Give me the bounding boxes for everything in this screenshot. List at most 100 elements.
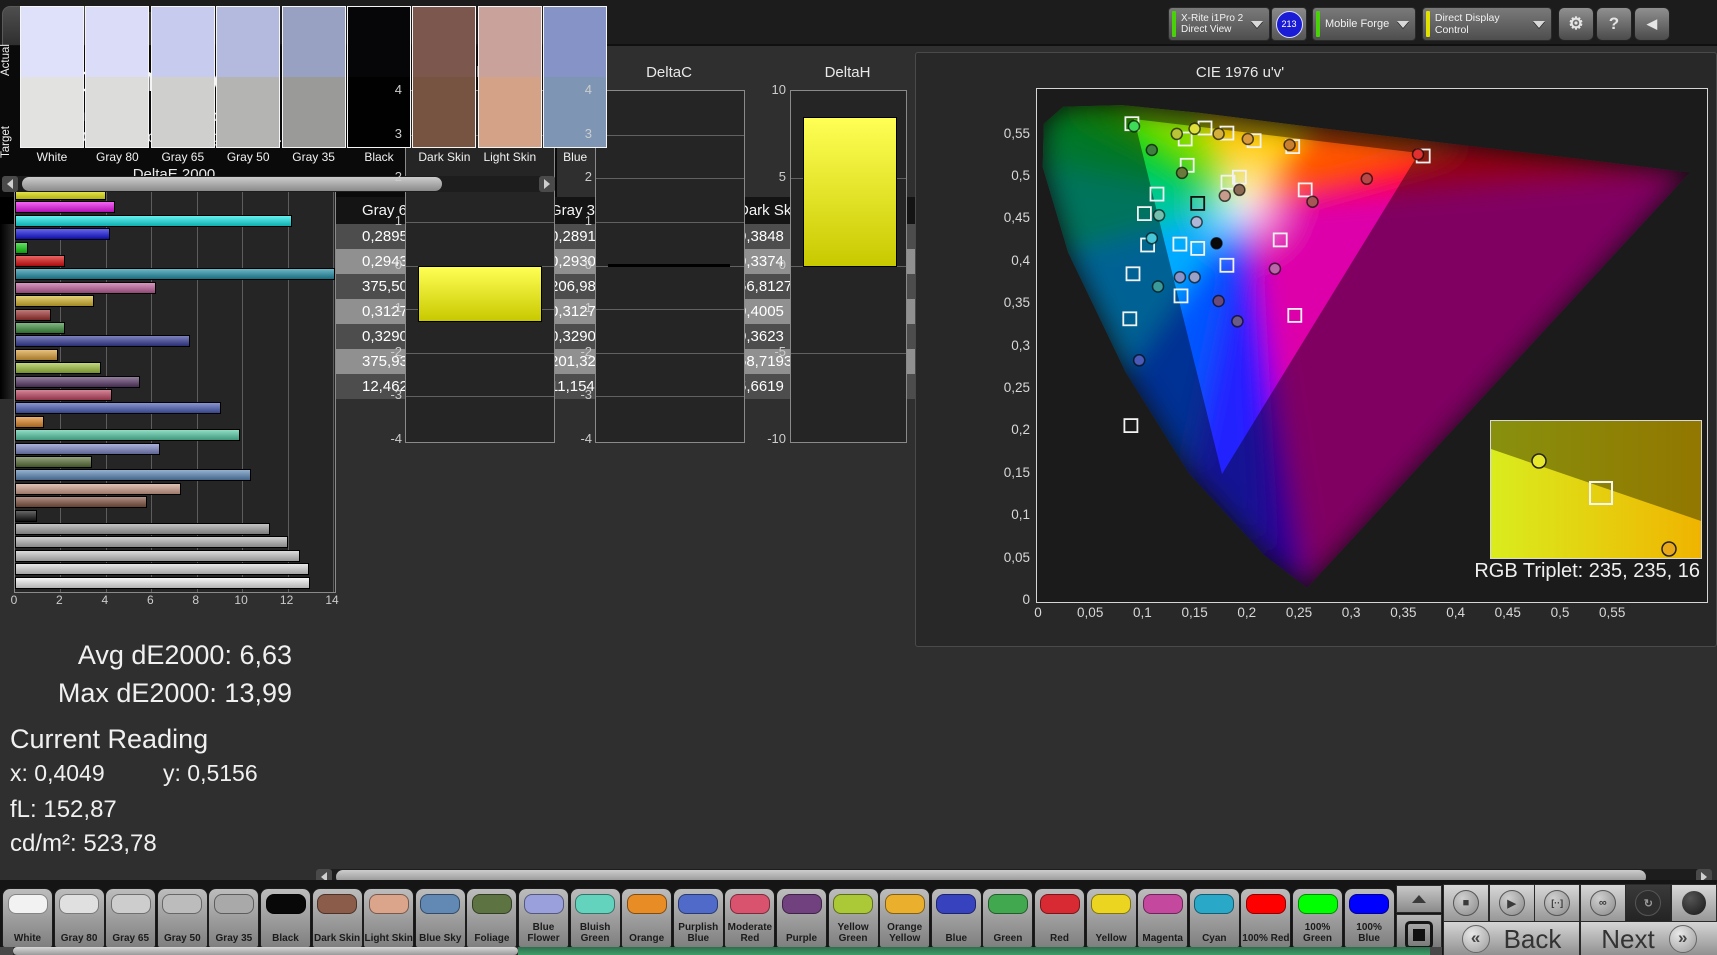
next-label: Next (1601, 923, 1655, 954)
patch-button-blue-flower[interactable]: Blue Flower (518, 888, 569, 948)
meter-count-button[interactable]: 213 (1271, 7, 1307, 41)
avg-de2000: Avg dE2000: 6,63 (77, 640, 292, 670)
bar-100-red (15, 255, 65, 267)
settings-button[interactable]: ⚙ (1558, 7, 1594, 41)
bar-bluish-green (15, 429, 240, 442)
patch-label: Yellow Green (837, 922, 869, 944)
patch-color-chip (936, 894, 977, 914)
patch-button-light-skin[interactable]: Light Skin (363, 888, 415, 948)
cie-measured-point (1132, 354, 1146, 367)
patch-button-dark-skin[interactable]: Dark Skin (311, 888, 363, 948)
swatch-white[interactable] (20, 6, 84, 148)
bar-blue-sky (15, 469, 251, 482)
swatch-blue[interactable] (543, 6, 608, 148)
patch-color-chip (1297, 894, 1338, 914)
back-button[interactable]: « Back (1443, 921, 1580, 955)
patch-label: Gray 35 (215, 932, 253, 944)
patch-button-foliage[interactable]: Foliage (466, 888, 518, 948)
swatch-gray-65[interactable] (150, 6, 215, 148)
chevron-left-icon: ◀ (1647, 16, 1657, 31)
patch-button-gray-65[interactable]: Gray 65 (105, 888, 157, 948)
patch-button-100-blue[interactable]: 100% Blue (1343, 888, 1395, 948)
chevron-down-icon (1397, 20, 1409, 28)
patch-button-orange-yellow[interactable]: Orange Yellow (879, 888, 931, 948)
y-tick-label: 2 (394, 169, 402, 185)
collapse-button[interactable]: ◀ (1634, 7, 1670, 41)
swatch-dark-skin[interactable] (412, 6, 477, 148)
patch-color-chip (368, 894, 409, 914)
patch-button-100-red[interactable]: 100% Red (1240, 888, 1292, 948)
patch-button-white[interactable]: White (2, 888, 53, 948)
y-tick-label: 5 (778, 169, 786, 185)
patch-button-yellow[interactable]: Yellow (1085, 888, 1137, 948)
y-tick-label: 4 (394, 82, 402, 97)
patch-button-orange[interactable]: Orange (621, 888, 673, 948)
scroll-right-icon[interactable] (1430, 947, 1442, 955)
patch-button-gray-80[interactable]: Gray 80 (53, 888, 105, 948)
x-tick-label: 0 (10, 593, 18, 607)
bar-foliage (15, 456, 92, 468)
swatch-actual (478, 7, 541, 77)
patch-button-red[interactable]: Red (1034, 888, 1085, 948)
patch-strip-scrollbar[interactable] (0, 947, 1442, 955)
strip-scrollbar[interactable] (2, 176, 555, 192)
patch-button-100-green[interactable]: 100% Green (1292, 888, 1343, 948)
play-button[interactable]: ▶ (1488, 884, 1535, 922)
swatch-light-skin[interactable] (477, 6, 542, 148)
stop-button[interactable]: ■ (1443, 884, 1489, 922)
swatch-gray-35[interactable] (281, 6, 346, 148)
patch-button-moderate-red[interactable]: Moderate Red (724, 888, 776, 948)
patch-button-purple[interactable]: Purple (776, 888, 827, 948)
patch-scroll-up-button[interactable] (1396, 885, 1442, 913)
meter-selector[interactable]: X-Rite i1Pro 2 Direct View (1168, 7, 1270, 41)
cie-measured-point (1151, 280, 1165, 293)
patch-color-chip (213, 894, 254, 914)
y-tick-label: 1 (584, 212, 592, 228)
y-tick-label: 1 (394, 212, 402, 228)
scroll-left-icon[interactable] (0, 947, 13, 955)
bar-purple (15, 375, 140, 388)
source-selector[interactable]: Mobile Forge (1312, 7, 1416, 41)
patch-button-black[interactable]: Black (260, 888, 311, 948)
patch-scrollbar-thumb[interactable] (13, 947, 518, 955)
patch-button-bluish-green[interactable]: Bluish Green (569, 888, 621, 948)
workflow-selector[interactable]: Direct Display Control (1422, 7, 1552, 41)
swatch-gray-50[interactable] (216, 6, 281, 148)
scroll-left-icon[interactable] (2, 176, 18, 192)
swatch-target (21, 77, 83, 147)
patch-button-blue-sky[interactable]: Blue Sky (414, 888, 466, 948)
patch-button-magenta[interactable]: Magenta (1137, 888, 1189, 948)
x-tick-label: 4 (101, 593, 109, 607)
y-tick-label: 2 (584, 169, 592, 185)
patch-label: Foliage (474, 932, 510, 944)
patch-label: Purplish Blue (678, 922, 719, 944)
patch-color-chip (1349, 894, 1390, 914)
patch-label: 100% Green (1303, 922, 1332, 944)
swatch-target (282, 77, 345, 147)
sphere-button[interactable] (1671, 884, 1717, 922)
patch-button-purplish-blue[interactable]: Purplish Blue (672, 888, 724, 948)
bar-cyan (15, 268, 335, 281)
scroll-right-icon[interactable] (539, 176, 555, 192)
swatch-gray-80[interactable] (85, 6, 150, 148)
x-tick-label: 14 (325, 593, 339, 607)
refresh-button[interactable]: ↻ (1625, 884, 1672, 922)
loop-button[interactable]: ∞ (1579, 884, 1626, 922)
arrow-up-icon (1412, 895, 1426, 903)
series-button[interactable]: [··] (1534, 884, 1581, 922)
next-button[interactable]: Next » (1580, 921, 1717, 955)
patch-button-blue[interactable]: Blue (930, 888, 982, 948)
bar-green (15, 322, 65, 334)
inset-measured-point-2 (1661, 541, 1677, 557)
patch-button-green[interactable]: Green (982, 888, 1034, 948)
help-button[interactable]: ? (1596, 7, 1632, 41)
patch-toolbar: White Gray 80 Gray 65 Gray 50 Gray 35 Black Da… (0, 880, 1717, 955)
cie-measured-point (1145, 143, 1159, 157)
cie-y-tick-label: 0,25 (1003, 380, 1030, 395)
current-y: y: 0,5156 (163, 760, 258, 786)
patch-button-gray-50[interactable]: Gray 50 (156, 888, 208, 948)
patch-button-yellow-green[interactable]: Yellow Green (827, 888, 879, 948)
patch-button-gray-35[interactable]: Gray 35 (208, 888, 260, 948)
patch-button-cyan[interactable]: Cyan (1188, 888, 1240, 948)
x-tick-label: 12 (279, 593, 294, 607)
